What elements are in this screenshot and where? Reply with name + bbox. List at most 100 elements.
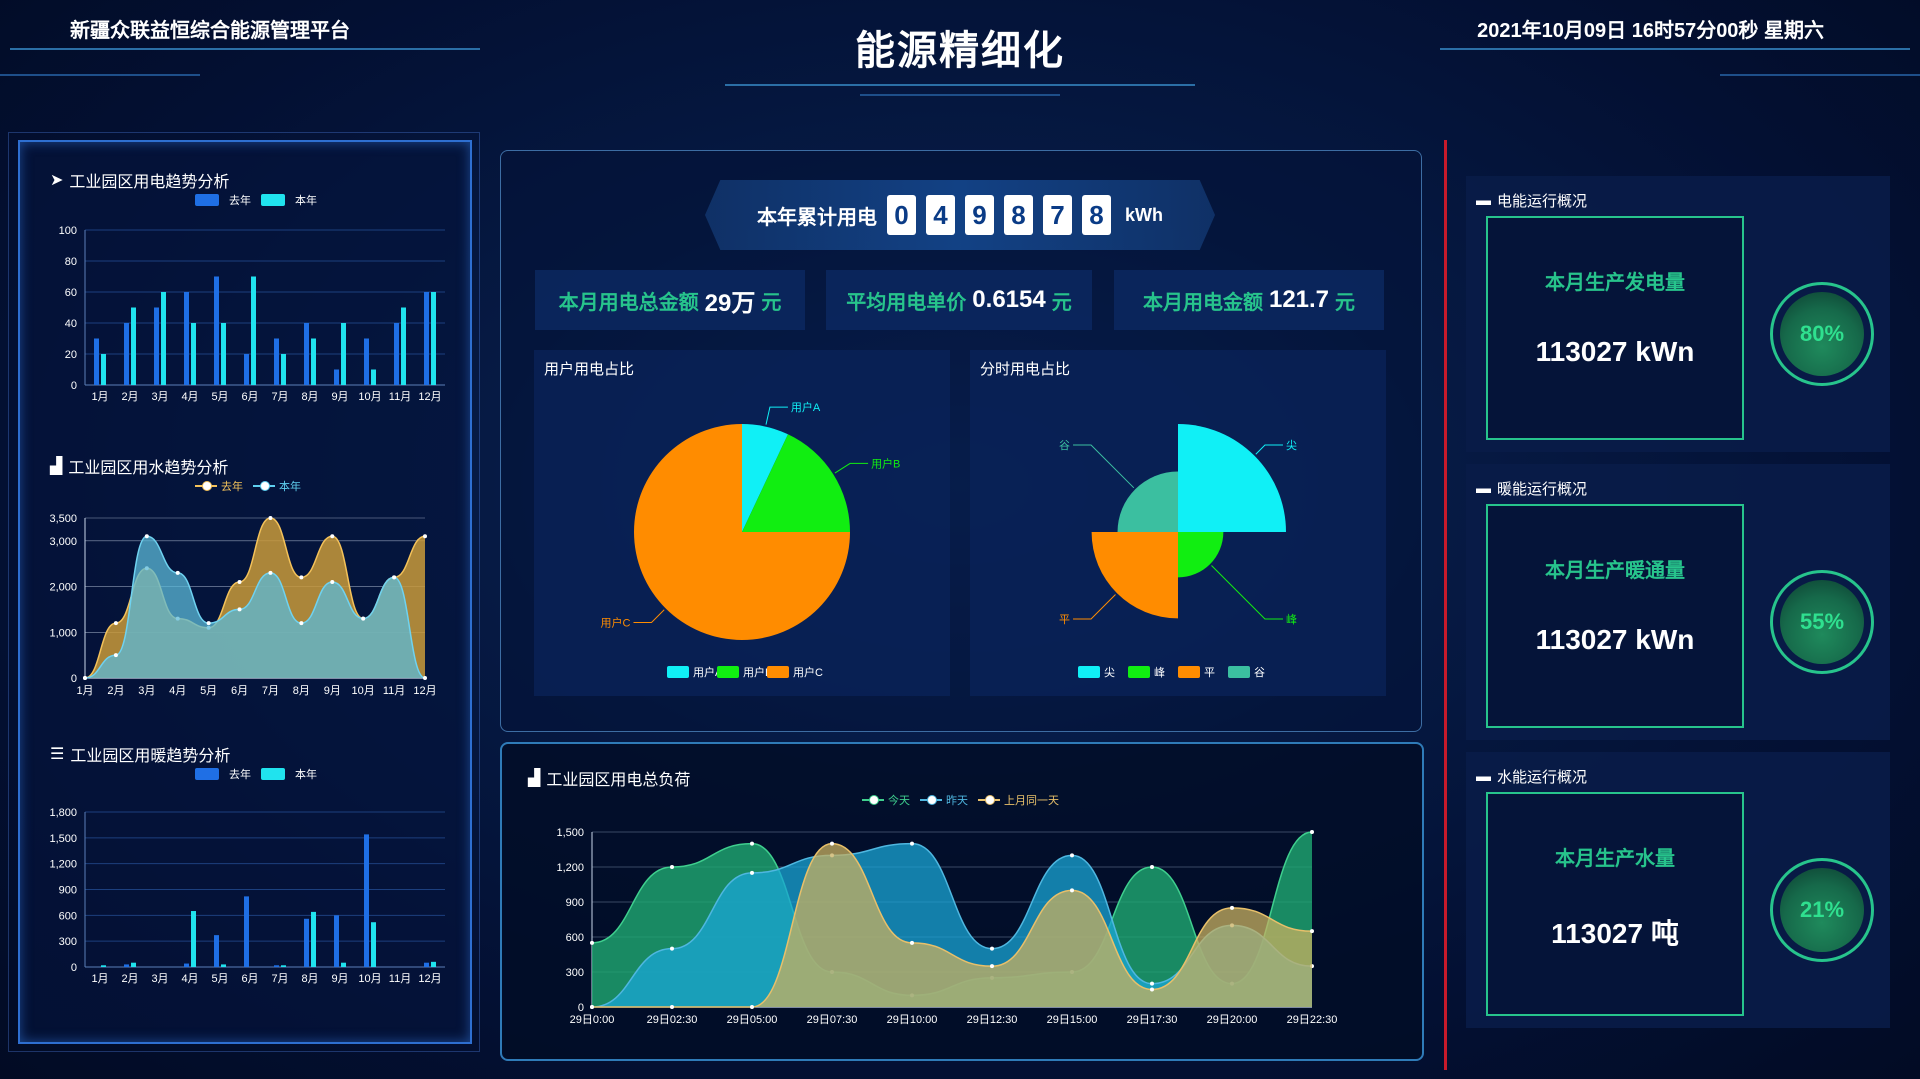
y-tick-label: 0	[578, 1002, 584, 1014]
power-legend[interactable]: 去年 本年	[195, 192, 317, 208]
data-point	[1230, 905, 1234, 910]
bar	[311, 338, 316, 385]
datetime-display: 2021年10月09日 16时57分00秒 星期六	[1477, 20, 1824, 42]
bar	[364, 834, 369, 967]
legend-line-today: 今天	[862, 792, 910, 808]
card-label: 本月生产水量	[1555, 848, 1675, 870]
water-overview-card: ▬ 水能运行概况 本月生产水量 113027 吨 21%	[1466, 752, 1890, 1028]
counter-digit: 8	[1004, 195, 1033, 235]
monitor-icon: ▬	[1476, 192, 1491, 209]
slice-label: 尖	[1286, 439, 1297, 452]
power-chart-title: ➤ 工业园区用电趋势分析	[50, 172, 230, 191]
x-tick-label: 29日15:00	[1047, 1014, 1098, 1026]
legend-swatch-this-year	[261, 768, 285, 780]
slice-label: 平	[1059, 614, 1070, 626]
x-tick-label: 2月	[107, 685, 124, 697]
bar	[394, 323, 399, 385]
bar	[334, 915, 339, 967]
center-bottom-panel: ▟ 工业园区用电总负荷 今天 昨天 上月同一天 0 300 600 900 1,200 1…	[500, 742, 1424, 1061]
x-tick-label: 1月	[76, 685, 93, 697]
y-tick-label: 0	[71, 673, 77, 685]
x-tick-label: 29日22:30	[1287, 1014, 1338, 1026]
card-label: 本月生产发电量	[1545, 272, 1685, 294]
data-point	[590, 940, 594, 945]
x-tick-label: 29日05:00	[727, 1014, 778, 1026]
bar	[311, 911, 316, 967]
data-point	[830, 841, 834, 846]
x-tick-label: 6月	[241, 391, 258, 403]
water-area-chart: 0 1,000 2,000 3,000 3,500 1月 2月 3月 4月 5月 6月 7月 8月 9月 1…	[49, 513, 436, 697]
bar	[94, 338, 99, 385]
x-tick-label: 6月	[231, 685, 248, 697]
legend-swatch	[1228, 666, 1250, 678]
legend-swatch-last-year	[195, 768, 219, 780]
bar	[371, 922, 376, 967]
legend-label: 用户C	[793, 665, 823, 679]
x-tick-label: 10月	[352, 685, 375, 697]
slice-label: 峰	[1286, 613, 1297, 626]
x-tick-label: 9月	[331, 973, 348, 985]
bar	[124, 323, 129, 385]
x-tick-label: 8月	[301, 391, 318, 403]
bar	[244, 896, 249, 967]
legend-swatch	[717, 666, 739, 678]
x-tick-label: 11月	[383, 685, 405, 697]
bar	[304, 323, 309, 385]
slice-label: 用户C	[601, 616, 631, 630]
y-tick-label: 1,000	[49, 627, 77, 639]
heat-chart-title: ☰ 工业园区用暖趋势分析	[50, 746, 231, 765]
data-point	[83, 676, 87, 680]
x-tick-label: 6月	[241, 973, 258, 985]
bar	[221, 323, 226, 385]
time-pie-chart: 尖峰平谷尖峰平谷	[1059, 424, 1297, 679]
load-legend[interactable]: 今天 昨天 上月同一天	[862, 792, 1059, 808]
annual-counter: 本年累计用电 0 4 9 8 7 8 kWh	[705, 180, 1215, 250]
bar	[101, 354, 106, 385]
bar	[244, 354, 249, 385]
user-pie-chart: 用户A用户B用户C用户A 用户B 用户C	[601, 400, 901, 679]
y-tick-label: 300	[566, 967, 584, 979]
bar	[131, 307, 136, 385]
x-tick-label: 7月	[271, 973, 288, 985]
y-tick-label: 1,800	[49, 807, 77, 819]
x-tick-label: 7月	[271, 391, 288, 403]
data-point	[750, 870, 754, 875]
legend-swatch	[667, 666, 689, 678]
x-tick-label: 29日07:30	[807, 1014, 858, 1026]
data-point	[330, 580, 335, 584]
y-tick-label: 600	[566, 932, 584, 944]
heat-legend[interactable]: 去年 本年	[195, 766, 317, 782]
bar	[341, 323, 346, 385]
data-point	[330, 534, 335, 539]
bar	[131, 962, 136, 967]
bar	[274, 965, 279, 967]
send-icon: ➤	[50, 172, 64, 189]
bar	[184, 963, 189, 967]
x-tick-label: 10月	[358, 973, 381, 985]
data-point	[268, 570, 273, 575]
bar	[424, 292, 429, 385]
y-tick-label: 40	[65, 318, 77, 330]
legend-swatch	[767, 666, 789, 678]
bar	[184, 292, 189, 385]
data-point	[910, 841, 914, 846]
monitor-icon: ▬	[1476, 768, 1491, 785]
data-point	[361, 616, 366, 621]
x-tick-label: 12月	[418, 391, 441, 403]
counter-label: 本年累计用电	[757, 206, 877, 229]
data-point	[237, 580, 242, 584]
water-legend[interactable]: 去年 本年	[195, 478, 301, 494]
y-tick-label: 2,000	[49, 582, 77, 594]
data-point	[268, 516, 273, 520]
y-tick-label: 0	[71, 380, 77, 392]
factory-icon: ▟	[50, 458, 63, 475]
legend-line-this-year: 本年	[253, 478, 301, 494]
y-tick-label: 0	[71, 962, 77, 974]
bar	[274, 338, 279, 385]
y-tick-label: 20	[65, 349, 77, 361]
bar	[101, 965, 106, 967]
data-point	[1310, 830, 1314, 834]
bar	[221, 964, 226, 967]
x-tick-label: 29日12:30	[967, 1014, 1018, 1026]
legend-swatch-last-year	[195, 194, 219, 206]
